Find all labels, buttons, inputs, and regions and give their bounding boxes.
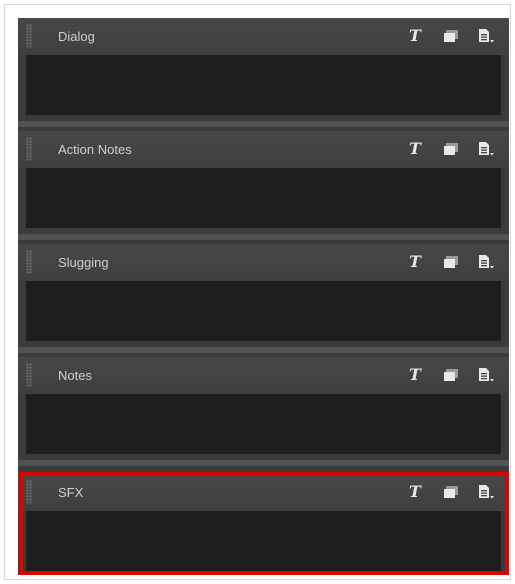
menu-icon bbox=[479, 255, 494, 269]
notes-text-area[interactable] bbox=[26, 394, 501, 454]
panel-menu-button[interactable] bbox=[475, 26, 497, 46]
panel-header: SFX T bbox=[18, 474, 509, 511]
text-format-icon: T bbox=[409, 26, 421, 45]
panel-header: Slugging T bbox=[18, 244, 509, 281]
panel-separator[interactable] bbox=[18, 460, 509, 466]
drag-handle-icon[interactable] bbox=[26, 24, 32, 48]
copy-button[interactable] bbox=[440, 139, 462, 159]
copy-button[interactable] bbox=[440, 252, 462, 272]
panel-menu-button[interactable] bbox=[475, 139, 497, 159]
copy-button[interactable] bbox=[440, 482, 462, 502]
panel-dialog: Dialog T bbox=[18, 18, 509, 115]
text-format-button[interactable]: T bbox=[404, 252, 426, 272]
panel-title: Slugging bbox=[58, 255, 109, 270]
text-format-button[interactable]: T bbox=[404, 365, 426, 385]
text-format-button[interactable]: T bbox=[404, 26, 426, 46]
dialog-text-area[interactable] bbox=[26, 55, 501, 115]
panel-slugging: Slugging T bbox=[18, 244, 509, 341]
panel-menu-button[interactable] bbox=[475, 365, 497, 385]
panel-stack: Dialog T Action Notes T Slugging T Notes… bbox=[18, 18, 509, 575]
copy-button[interactable] bbox=[440, 365, 462, 385]
text-format-icon: T bbox=[409, 365, 421, 384]
copy-icon bbox=[444, 30, 458, 42]
panel-notes: Notes T bbox=[18, 357, 509, 454]
text-format-icon: T bbox=[409, 139, 421, 158]
action-notes-text-area[interactable] bbox=[26, 168, 501, 228]
panel-header: Notes T bbox=[18, 357, 509, 394]
text-format-button[interactable]: T bbox=[404, 139, 426, 159]
menu-icon bbox=[479, 368, 494, 382]
copy-icon bbox=[444, 486, 458, 498]
panel-header: Action Notes T bbox=[18, 131, 509, 168]
panel-title: Dialog bbox=[58, 29, 95, 44]
panel-menu-button[interactable] bbox=[475, 482, 497, 502]
panel-separator[interactable] bbox=[18, 347, 509, 353]
copy-icon bbox=[444, 369, 458, 381]
drag-handle-icon[interactable] bbox=[26, 363, 32, 387]
panel-title: SFX bbox=[58, 485, 84, 500]
panel-header: Dialog T bbox=[18, 18, 509, 55]
copy-button[interactable] bbox=[440, 26, 462, 46]
text-format-icon: T bbox=[409, 482, 421, 501]
slugging-text-area[interactable] bbox=[26, 281, 501, 341]
menu-icon bbox=[479, 142, 494, 156]
copy-icon bbox=[444, 143, 458, 155]
sfx-text-area[interactable] bbox=[26, 511, 501, 571]
text-format-icon: T bbox=[409, 252, 421, 271]
panel-separator[interactable] bbox=[18, 234, 509, 240]
panel-menu-button[interactable] bbox=[475, 252, 497, 272]
drag-handle-icon[interactable] bbox=[26, 137, 32, 161]
panel-separator[interactable] bbox=[18, 121, 509, 127]
panel-title: Notes bbox=[58, 368, 92, 383]
drag-handle-icon[interactable] bbox=[26, 480, 32, 504]
panel-sfx: SFX T bbox=[18, 474, 509, 571]
panel-title: Action Notes bbox=[58, 142, 132, 157]
copy-icon bbox=[444, 256, 458, 268]
text-format-button[interactable]: T bbox=[404, 482, 426, 502]
menu-icon bbox=[479, 29, 494, 43]
menu-icon bbox=[479, 485, 494, 499]
drag-handle-icon[interactable] bbox=[26, 250, 32, 274]
panel-action-notes: Action Notes T bbox=[18, 131, 509, 228]
